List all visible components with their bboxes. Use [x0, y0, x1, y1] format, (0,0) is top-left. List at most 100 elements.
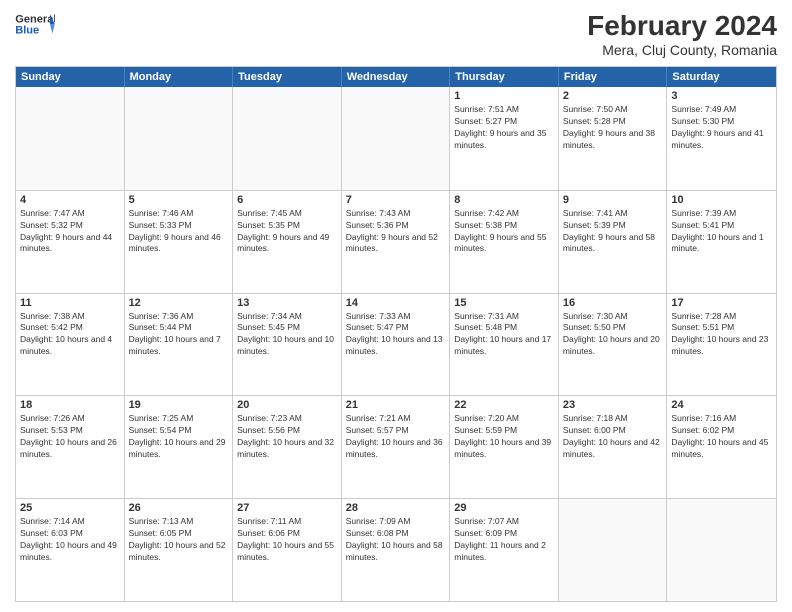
logo-icon: General Blue: [15, 10, 55, 40]
day-info: Sunrise: 7:25 AM Sunset: 5:54 PM Dayligh…: [129, 413, 229, 461]
day-number: 6: [237, 194, 337, 206]
day-cell-2: 2 Sunrise: 7:50 AM Sunset: 5:28 PM Daylig…: [559, 87, 668, 190]
day-number: 23: [563, 399, 663, 411]
day-info: Sunrise: 7:13 AM Sunset: 6:05 PM Dayligh…: [129, 516, 229, 564]
week-row-3: 11 Sunrise: 7:38 AM Sunset: 5:42 PM Dayli…: [16, 293, 776, 396]
day-number: 26: [129, 502, 229, 514]
day-cell-6: 6 Sunrise: 7:45 AM Sunset: 5:35 PM Daylig…: [233, 191, 342, 293]
day-cell-27: 27 Sunrise: 7:11 AM Sunset: 6:06 PM Dayli…: [233, 499, 342, 601]
svg-text:Blue: Blue: [15, 25, 39, 37]
day-number: 10: [671, 194, 772, 206]
day-info: Sunrise: 7:20 AM Sunset: 5:59 PM Dayligh…: [454, 413, 554, 461]
day-info: Sunrise: 7:42 AM Sunset: 5:38 PM Dayligh…: [454, 208, 554, 256]
day-info: Sunrise: 7:14 AM Sunset: 6:03 PM Dayligh…: [20, 516, 120, 564]
day-number: 28: [346, 502, 446, 514]
day-info: Sunrise: 7:50 AM Sunset: 5:28 PM Dayligh…: [563, 104, 663, 152]
day-number: 25: [20, 502, 120, 514]
page: General Blue February 2024 Mera, Cluj Co…: [0, 0, 792, 612]
day-info: Sunrise: 7:18 AM Sunset: 6:00 PM Dayligh…: [563, 413, 663, 461]
day-cell-19: 19Sunrise: 7:25 AM Sunset: 5:54 PM Dayli…: [125, 396, 234, 498]
day-cell-25: 25 Sunrise: 7:14 AM Sunset: 6:03 PM Dayli…: [16, 499, 125, 601]
day-cell-23: 23 Sunrise: 7:18 AM Sunset: 6:00 PM Dayli…: [559, 396, 668, 498]
empty-cell: [125, 87, 234, 190]
day-cell-21: 21 Sunrise: 7:21 AM Sunset: 5:57 PM Dayli…: [342, 396, 451, 498]
day-info: Sunrise: 7:38 AM Sunset: 5:42 PM Dayligh…: [20, 311, 120, 359]
day-info: Sunrise: 7:31 AM Sunset: 5:48 PM Dayligh…: [454, 311, 554, 359]
day-number: 8: [454, 194, 554, 206]
day-cell-4: 4 Sunrise: 7:47 AM Sunset: 5:32 PM Daylig…: [16, 191, 125, 293]
day-cell-16: 16 Sunrise: 7:30 AM Sunset: 5:50 PM Dayli…: [559, 294, 668, 396]
day-number: 2: [563, 90, 663, 102]
day-cell-15: 15 Sunrise: 7:31 AM Sunset: 5:48 PM Dayli…: [450, 294, 559, 396]
day-cell-11: 11 Sunrise: 7:38 AM Sunset: 5:42 PM Dayli…: [16, 294, 125, 396]
day-info: Sunrise: 7:21 AM Sunset: 5:57 PM Dayligh…: [346, 413, 446, 461]
calendar-body: 1 Sunrise: 7:51 AM Sunset: 5:27 PM Daylig…: [16, 87, 776, 601]
day-info: Sunrise: 7:11 AM Sunset: 6:06 PM Dayligh…: [237, 516, 337, 564]
day-cell-1: 1 Sunrise: 7:51 AM Sunset: 5:27 PM Daylig…: [450, 87, 559, 190]
day-number: 21: [346, 399, 446, 411]
day-info: Sunrise: 7:45 AM Sunset: 5:35 PM Dayligh…: [237, 208, 337, 256]
day-number: 5: [129, 194, 229, 206]
day-cell-10: 10 Sunrise: 7:39 AM Sunset: 5:41 PM Dayli…: [667, 191, 776, 293]
day-number: 29: [454, 502, 554, 514]
day-info: Sunrise: 7:51 AM Sunset: 5:27 PM Dayligh…: [454, 104, 554, 152]
empty-cell: [559, 499, 668, 601]
day-info: Sunrise: 7:26 AM Sunset: 5:53 PM Dayligh…: [20, 413, 120, 461]
day-number: 16: [563, 297, 663, 309]
day-number: 22: [454, 399, 554, 411]
day-number: 11: [20, 297, 120, 309]
weekday-header-sunday: Sunday: [16, 67, 125, 87]
day-cell-18: 18Sunrise: 7:26 AM Sunset: 5:53 PM Dayli…: [16, 396, 125, 498]
day-info: Sunrise: 7:39 AM Sunset: 5:41 PM Dayligh…: [671, 208, 772, 256]
day-cell-24: 24 Sunrise: 7:16 AM Sunset: 6:02 PM Dayli…: [667, 396, 776, 498]
svg-text:General: General: [15, 14, 55, 26]
day-cell-28: 28 Sunrise: 7:09 AM Sunset: 6:08 PM Dayli…: [342, 499, 451, 601]
day-info: Sunrise: 7:30 AM Sunset: 5:50 PM Dayligh…: [563, 311, 663, 359]
day-number: 9: [563, 194, 663, 206]
day-number: 7: [346, 194, 446, 206]
empty-cell: [16, 87, 125, 190]
day-cell-20: 20Sunrise: 7:23 AM Sunset: 5:56 PM Dayli…: [233, 396, 342, 498]
day-cell-9: 9 Sunrise: 7:41 AM Sunset: 5:39 PM Daylig…: [559, 191, 668, 293]
day-number: 12: [129, 297, 229, 309]
day-cell-12: 12 Sunrise: 7:36 AM Sunset: 5:44 PM Dayli…: [125, 294, 234, 396]
day-number: 4: [20, 194, 120, 206]
empty-cell: [667, 499, 776, 601]
week-row-4: 18Sunrise: 7:26 AM Sunset: 5:53 PM Dayli…: [16, 395, 776, 498]
weekday-header-thursday: Thursday: [450, 67, 559, 87]
day-info: Sunrise: 7:41 AM Sunset: 5:39 PM Dayligh…: [563, 208, 663, 256]
day-cell-7: 7Sunrise: 7:43 AM Sunset: 5:36 PM Daylig…: [342, 191, 451, 293]
day-info: Sunrise: 7:16 AM Sunset: 6:02 PM Dayligh…: [671, 413, 772, 461]
day-number: 17: [671, 297, 772, 309]
day-number: 15: [454, 297, 554, 309]
day-info: Sunrise: 7:34 AM Sunset: 5:45 PM Dayligh…: [237, 311, 337, 359]
empty-cell: [233, 87, 342, 190]
day-number: 14: [346, 297, 446, 309]
day-cell-8: 8 Sunrise: 7:42 AM Sunset: 5:38 PM Daylig…: [450, 191, 559, 293]
day-cell-17: 17 Sunrise: 7:28 AM Sunset: 5:51 PM Dayli…: [667, 294, 776, 396]
day-info: Sunrise: 7:23 AM Sunset: 5:56 PM Dayligh…: [237, 413, 337, 461]
location: Mera, Cluj County, Romania: [587, 42, 777, 58]
day-cell-22: 22 Sunrise: 7:20 AM Sunset: 5:59 PM Dayli…: [450, 396, 559, 498]
day-info: Sunrise: 7:28 AM Sunset: 5:51 PM Dayligh…: [671, 311, 772, 359]
day-info: Sunrise: 7:36 AM Sunset: 5:44 PM Dayligh…: [129, 311, 229, 359]
day-info: Sunrise: 7:49 AM Sunset: 5:30 PM Dayligh…: [671, 104, 772, 152]
day-cell-14: 14 Sunrise: 7:33 AM Sunset: 5:47 PM Dayli…: [342, 294, 451, 396]
title-section: February 2024 Mera, Cluj County, Romania: [587, 10, 777, 58]
weekday-header-wednesday: Wednesday: [342, 67, 451, 87]
day-number: 3: [671, 90, 772, 102]
day-number: 27: [237, 502, 337, 514]
day-number: 1: [454, 90, 554, 102]
day-cell-29: 29Sunrise: 7:07 AM Sunset: 6:09 PM Dayli…: [450, 499, 559, 601]
weekday-header-tuesday: Tuesday: [233, 67, 342, 87]
day-info: Sunrise: 7:47 AM Sunset: 5:32 PM Dayligh…: [20, 208, 120, 256]
day-cell-13: 13Sunrise: 7:34 AM Sunset: 5:45 PM Dayli…: [233, 294, 342, 396]
day-info: Sunrise: 7:09 AM Sunset: 6:08 PM Dayligh…: [346, 516, 446, 564]
day-number: 24: [671, 399, 772, 411]
calendar: SundayMondayTuesdayWednesdayThursdayFrid…: [15, 66, 777, 602]
day-cell-26: 26 Sunrise: 7:13 AM Sunset: 6:05 PM Dayli…: [125, 499, 234, 601]
month-title: February 2024: [587, 10, 777, 42]
header: General Blue February 2024 Mera, Cluj Co…: [15, 10, 777, 58]
day-info: Sunrise: 7:33 AM Sunset: 5:47 PM Dayligh…: [346, 311, 446, 359]
weekday-header-saturday: Saturday: [667, 67, 776, 87]
